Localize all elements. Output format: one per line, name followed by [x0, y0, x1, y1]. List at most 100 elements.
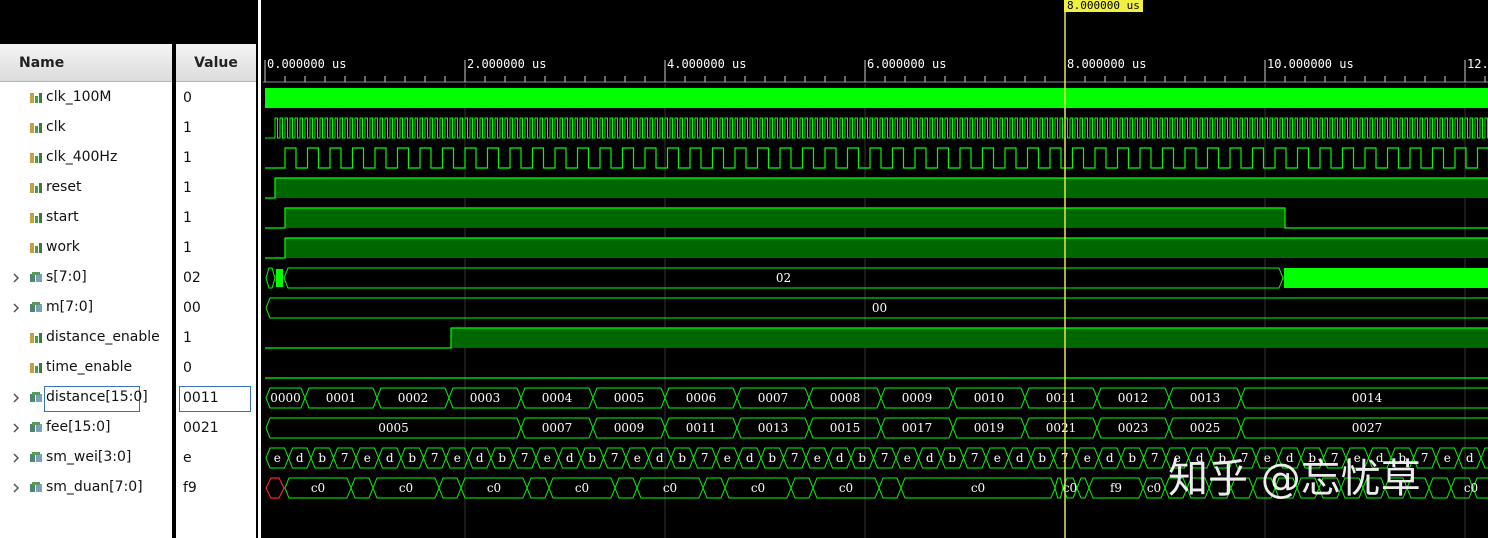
signal-row-s-7-0[interactable]: s[7:0]: [0, 263, 172, 293]
signal-value-cell[interactable]: 0021: [176, 413, 256, 443]
sm_wei-value-label: d: [476, 451, 484, 465]
s-active-block: [276, 269, 283, 287]
ruler-label: 4.000000 us: [667, 57, 746, 71]
bit-signal-icon: [29, 151, 43, 165]
signal-value-cell[interactable]: 0011: [176, 383, 256, 413]
sm_wei-value-label: 7: [1151, 451, 1159, 465]
expand-chevron-icon[interactable]: [10, 302, 22, 314]
signal-value-cell[interactable]: 00: [176, 293, 256, 323]
s-value-label: 02: [776, 271, 791, 285]
signal-row-start[interactable]: start: [0, 203, 172, 233]
signal-value-cell[interactable]: e: [176, 443, 256, 473]
sm_wei-value-label: e: [634, 451, 641, 465]
sm_duan-segment[interactable]: [878, 477, 902, 499]
sm_duan-segment[interactable]: [438, 477, 462, 499]
sm_duan-segment[interactable]: [1076, 477, 1090, 499]
signal-value-cell[interactable]: 1: [176, 203, 256, 233]
signal-row-fee-15-0[interactable]: fee[15:0]: [0, 413, 172, 443]
ruler-label: 2.000000 us: [467, 57, 546, 71]
signal-value-cell[interactable]: 1: [176, 143, 256, 173]
sm_duan-segment[interactable]: [350, 477, 374, 499]
signal-value: 0011: [183, 390, 219, 406]
signal-name: distance[15:0]: [46, 389, 148, 405]
signal-value-cell[interactable]: 1: [176, 173, 256, 203]
signal-row-sm_wei-3-0[interactable]: sm_wei[3:0]: [0, 443, 172, 473]
signal-value-cell[interactable]: 1: [176, 323, 256, 353]
wave-divider[interactable]: [256, 0, 263, 538]
signal-value: 0: [183, 360, 192, 376]
sm_wei-value-label: d: [746, 451, 754, 465]
ruler-label: 0.000000 us: [267, 57, 346, 71]
sm_duan-segment[interactable]: [702, 477, 726, 499]
watermark-text: 知乎 @忘忧草: [1168, 456, 1421, 502]
sm_duan-value-label: c0: [1147, 481, 1161, 495]
distance-value-label: 0004: [542, 391, 573, 405]
signal-value-cell[interactable]: 02: [176, 263, 256, 293]
bus-signal-icon: [29, 391, 43, 405]
signal-value: 1: [183, 240, 192, 256]
sm_wei-value-label: e: [814, 451, 821, 465]
clk_100M-wave[interactable]: [265, 88, 1488, 108]
signal-value: 1: [183, 150, 192, 166]
signal-value-cell[interactable]: f9: [176, 473, 256, 503]
clk-wave[interactable]: [265, 117, 1488, 139]
ruler-label: 6.000000 us: [867, 57, 946, 71]
work-fill: [285, 238, 1488, 258]
expand-chevron-icon[interactable]: [10, 392, 22, 404]
name-header[interactable]: Name: [0, 44, 172, 82]
sm_duan-segment[interactable]: [614, 477, 638, 499]
sm_wei-value-label: b: [768, 451, 776, 465]
sm_duan-segment[interactable]: [1428, 477, 1452, 499]
expand-chevron-icon[interactable]: [10, 422, 22, 434]
signal-row-work[interactable]: work: [0, 233, 172, 263]
sm_duan-segment[interactable]: [1054, 477, 1064, 499]
signal-row-sm_duan-7-0[interactable]: sm_duan[7:0]: [0, 473, 172, 503]
sm_wei-value-label: 7: [701, 451, 709, 465]
signal-row-distance_enable[interactable]: distance_enable: [0, 323, 172, 353]
sm_duan-segment[interactable]: [790, 477, 814, 499]
sm_wei-value-label: 7: [971, 451, 979, 465]
signal-row-distance-15-0[interactable]: distance[15:0]: [0, 383, 172, 413]
signal-value-cell[interactable]: 1: [176, 233, 256, 263]
signal-value-cell[interactable]: 0: [176, 353, 256, 383]
sm_duan-value-label: c0: [399, 481, 413, 495]
expand-chevron-icon[interactable]: [10, 452, 22, 464]
signal-row-clk_100M[interactable]: clk_100M: [0, 83, 172, 113]
fee-value-label: 0013: [758, 421, 789, 435]
expand-chevron-icon[interactable]: [10, 482, 22, 494]
signal-row-clk[interactable]: clk: [0, 113, 172, 143]
fee-value-label: 0007: [542, 421, 573, 435]
signal-row-reset[interactable]: reset: [0, 173, 172, 203]
sm_wei-value-label: b: [678, 451, 686, 465]
bus-signal-icon: [29, 481, 43, 495]
distance-value-label: 0011: [1046, 391, 1077, 405]
signal-value-cell[interactable]: 1: [176, 113, 256, 143]
signal-row-clk_400Hz[interactable]: clk_400Hz: [0, 143, 172, 173]
sm_wei-value-label: e: [904, 451, 911, 465]
clk_400Hz-wave[interactable]: [265, 147, 1488, 169]
expand-chevron-icon[interactable]: [10, 272, 22, 284]
sm_wei-value-label: b: [588, 451, 596, 465]
value-header[interactable]: Value: [176, 44, 256, 82]
distance-value-label: 0013: [1190, 391, 1221, 405]
sm_wei-value-label: d: [566, 451, 574, 465]
distance-value-label: 0002: [398, 391, 429, 405]
signal-row-time_enable[interactable]: time_enable: [0, 353, 172, 383]
sm_wei-value-label: d: [1016, 451, 1024, 465]
sm_wei-value-label: 7: [611, 451, 619, 465]
sm_wei-value-label: b: [1128, 451, 1136, 465]
signal-row-m-7-0[interactable]: m[7:0]: [0, 293, 172, 323]
sm_wei-value-label: d: [656, 451, 664, 465]
distance-value-label: 0003: [470, 391, 501, 405]
signal-name: sm_wei[3:0]: [46, 449, 132, 465]
ruler-label: 10.000000 us: [1267, 57, 1354, 71]
sm_wei-value-label: b: [498, 451, 506, 465]
sm_duan-segment[interactable]: [526, 477, 550, 499]
signal-value-cell[interactable]: 0: [176, 83, 256, 113]
signal-value: e: [183, 450, 192, 466]
sm_wei-segment[interactable]: [1480, 447, 1488, 469]
fee-value-label: 0023: [1118, 421, 1149, 435]
s-segment[interactable]: [265, 267, 276, 289]
distance-value-label: 0006: [686, 391, 717, 405]
ruler-label: 12.: [1467, 57, 1488, 71]
